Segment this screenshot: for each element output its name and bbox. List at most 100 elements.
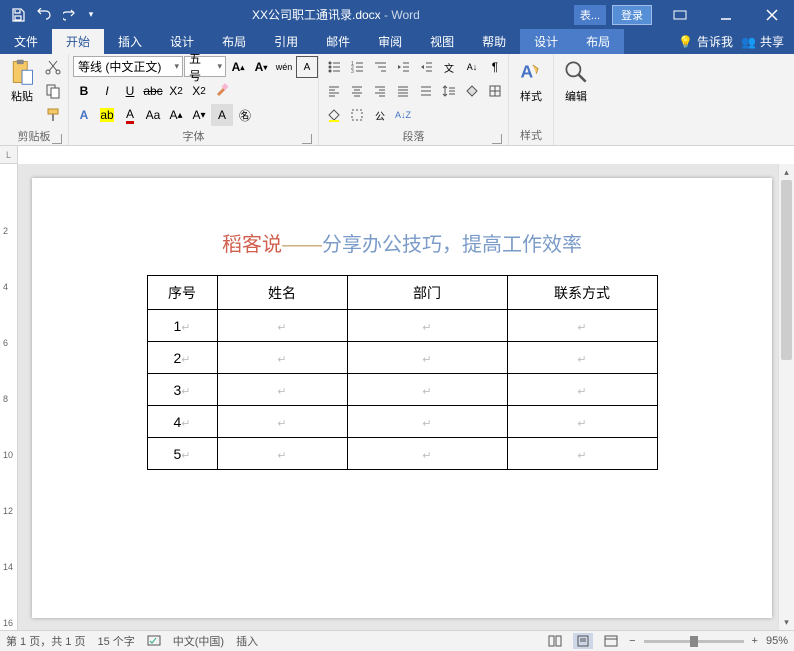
- language-indicator[interactable]: 中文(中国): [173, 633, 224, 649]
- strikethrough-button[interactable]: abc: [142, 80, 164, 102]
- cell[interactable]: 3↵: [147, 374, 217, 406]
- scroll-track[interactable]: [779, 180, 794, 614]
- zoom-slider[interactable]: [644, 640, 744, 643]
- bold-button[interactable]: B: [73, 80, 95, 102]
- cell[interactable]: ↵: [217, 374, 347, 406]
- change-case-button[interactable]: A▾: [188, 104, 210, 126]
- cell[interactable]: 4↵: [147, 406, 217, 438]
- scroll-thumb[interactable]: [781, 180, 792, 360]
- cell[interactable]: ↵: [347, 438, 507, 470]
- shrink-font-button[interactable]: A▾: [250, 56, 272, 78]
- phonetic-guide-button[interactable]: wén: [273, 56, 295, 78]
- login-button[interactable]: 登录: [612, 5, 652, 25]
- zoom-in-button[interactable]: +: [752, 635, 758, 647]
- text-effects-button[interactable]: A: [73, 104, 95, 126]
- format-painter-button[interactable]: [42, 104, 64, 126]
- scroll-up-icon[interactable]: ▴: [779, 164, 794, 180]
- cell[interactable]: ↵: [347, 406, 507, 438]
- increase-indent-button[interactable]: [415, 56, 437, 78]
- cell[interactable]: ↵: [347, 310, 507, 342]
- tab-file[interactable]: 文件: [0, 29, 52, 54]
- clipboard-launcher-icon[interactable]: [52, 134, 62, 144]
- sort-button[interactable]: A↓: [461, 56, 483, 78]
- enclose-char-button[interactable]: A▴: [165, 104, 187, 126]
- bullets-button[interactable]: [323, 56, 345, 78]
- cell[interactable]: ↵: [347, 342, 507, 374]
- page[interactable]: 稻客说——分享办公技巧，提高工作效率 序号 姓名 部门 联系方式 1↵↵↵↵ 2…: [32, 178, 772, 618]
- ribbon-display-button[interactable]: [658, 0, 702, 29]
- undo-button[interactable]: [32, 3, 56, 27]
- justify-button[interactable]: [392, 80, 414, 102]
- cell[interactable]: ↵: [507, 438, 657, 470]
- cell[interactable]: ↵: [507, 342, 657, 374]
- font-size-combo[interactable]: 五号: [184, 56, 226, 77]
- tab-layout[interactable]: 布局: [208, 29, 260, 54]
- align-left-button[interactable]: [323, 80, 345, 102]
- distribute-button[interactable]: [415, 80, 437, 102]
- web-layout-button[interactable]: [601, 633, 621, 649]
- print-layout-button[interactable]: [573, 633, 593, 649]
- fill-color-button[interactable]: [323, 104, 345, 126]
- cell[interactable]: ↵: [507, 310, 657, 342]
- read-mode-button[interactable]: [545, 633, 565, 649]
- zoom-out-button[interactable]: −: [629, 635, 635, 647]
- border-style-button[interactable]: [346, 104, 368, 126]
- insert-mode[interactable]: 插入: [236, 633, 258, 649]
- subscript-button[interactable]: X2: [165, 80, 187, 102]
- cell[interactable]: 1↵: [147, 310, 217, 342]
- copy-button[interactable]: [42, 80, 64, 102]
- document-scroll[interactable]: 稻客说——分享办公技巧，提高工作效率 序号 姓名 部门 联系方式 1↵↵↵↵ 2…: [18, 164, 778, 630]
- th-dept[interactable]: 部门: [347, 276, 507, 310]
- sort2-button[interactable]: A↓Z: [392, 104, 414, 126]
- align-right-button[interactable]: [369, 80, 391, 102]
- zoom-level[interactable]: 95%: [766, 635, 788, 647]
- share-button[interactable]: 👥共享: [741, 33, 784, 50]
- enclosed-char-button[interactable]: ㊔: [234, 104, 256, 126]
- scroll-down-icon[interactable]: ▾: [779, 614, 794, 630]
- cell[interactable]: ↵: [217, 342, 347, 374]
- close-button[interactable]: [750, 0, 794, 29]
- vertical-ruler[interactable]: 246810121416: [0, 164, 18, 630]
- zoom-thumb[interactable]: [690, 636, 698, 647]
- qat-customize-icon[interactable]: ▾: [84, 3, 98, 27]
- word-count[interactable]: 15 个字: [97, 633, 134, 649]
- cell[interactable]: ↵: [217, 438, 347, 470]
- tell-me-button[interactable]: 💡告诉我: [678, 33, 733, 50]
- char-fill-button[interactable]: A: [211, 104, 233, 126]
- tab-table-layout[interactable]: 布局: [572, 29, 624, 54]
- tab-insert[interactable]: 插入: [104, 29, 156, 54]
- line-spacing-button[interactable]: [438, 80, 460, 102]
- font-color-button[interactable]: A: [119, 104, 141, 126]
- tab-mail[interactable]: 邮件: [312, 29, 364, 54]
- text-direction-button[interactable]: 文: [438, 56, 460, 78]
- multilevel-list-button[interactable]: [369, 56, 391, 78]
- tab-help[interactable]: 帮助: [468, 29, 520, 54]
- cell[interactable]: 2↵: [147, 342, 217, 374]
- cell[interactable]: ↵: [217, 406, 347, 438]
- vertical-scrollbar[interactable]: ▴ ▾: [778, 164, 794, 630]
- th-contact[interactable]: 联系方式: [507, 276, 657, 310]
- font-launcher-icon[interactable]: [302, 134, 312, 144]
- highlight-button[interactable]: ab: [96, 104, 118, 126]
- align-center-button[interactable]: [346, 80, 368, 102]
- th-seq[interactable]: 序号: [147, 276, 217, 310]
- grow-font-button[interactable]: A▴: [227, 56, 249, 78]
- editing-button[interactable]: 编辑: [558, 56, 594, 106]
- contact-table[interactable]: 序号 姓名 部门 联系方式 1↵↵↵↵ 2↵↵↵↵ 3↵↵↵↵ 4↵↵↵↵ 5↵…: [147, 275, 658, 470]
- paragraph-launcher-icon[interactable]: [492, 134, 502, 144]
- tab-view[interactable]: 视图: [416, 29, 468, 54]
- cell[interactable]: 5↵: [147, 438, 217, 470]
- asian-layout-button[interactable]: 公: [369, 104, 391, 126]
- tab-review[interactable]: 审阅: [364, 29, 416, 54]
- spellcheck-icon[interactable]: [147, 633, 161, 650]
- underline-button[interactable]: U: [119, 80, 141, 102]
- tab-references[interactable]: 引用: [260, 29, 312, 54]
- show-marks-button[interactable]: ¶: [484, 56, 506, 78]
- cell[interactable]: ↵: [507, 374, 657, 406]
- numbering-button[interactable]: 123: [346, 56, 368, 78]
- shading-button[interactable]: [461, 80, 483, 102]
- font-name-combo[interactable]: 等线 (中文正文): [73, 56, 183, 77]
- char-border-button[interactable]: A: [296, 56, 318, 78]
- minimize-button[interactable]: [704, 0, 748, 29]
- char-shading-button[interactable]: Aa: [142, 104, 164, 126]
